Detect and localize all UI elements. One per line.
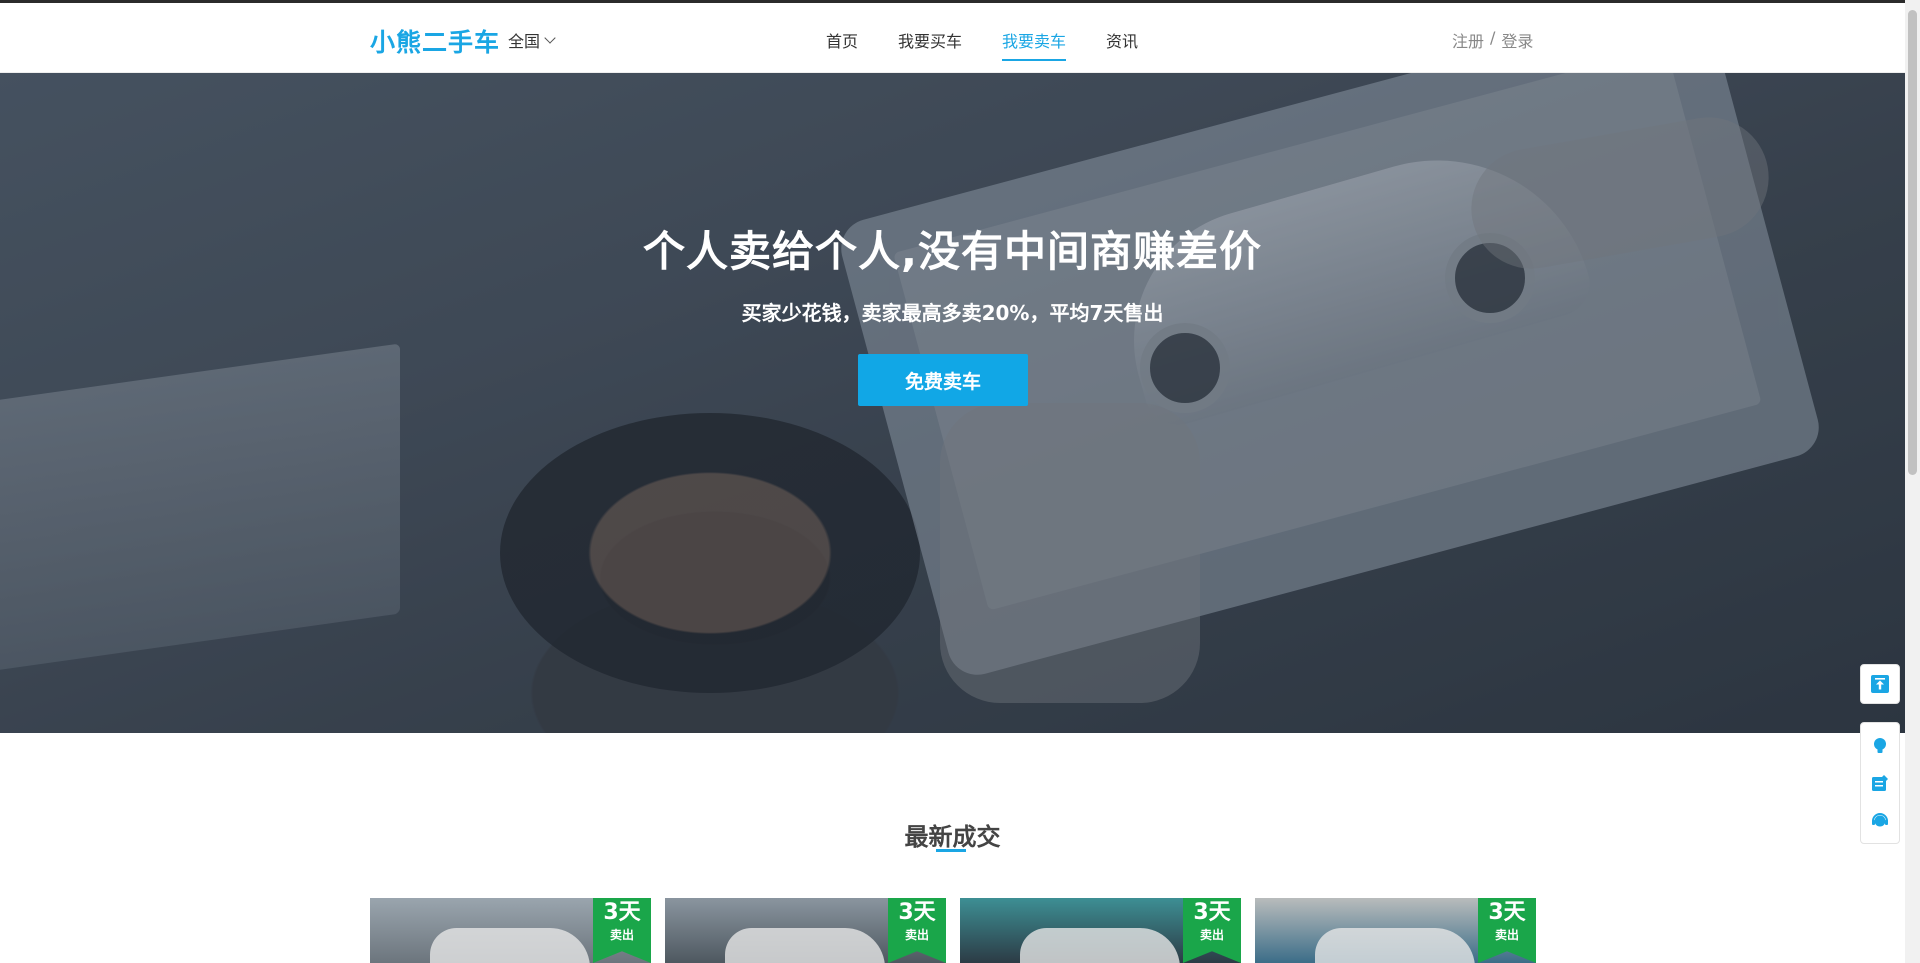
recent-deals-list: 3天 卖出 3天 卖出 3天 卖出 3天 卖出	[370, 898, 1536, 963]
city-selector[interactable]: 全国	[508, 28, 556, 52]
main-nav: 首页 我要买车 我要卖车 资讯	[826, 28, 1178, 61]
feedback-button[interactable]	[1870, 773, 1890, 793]
nav-news[interactable]: 资讯	[1106, 28, 1138, 52]
sold-label: 卖出	[1199, 928, 1224, 942]
lightbulb-icon	[1874, 737, 1886, 753]
sold-badge: 3天 卖出	[1183, 898, 1241, 963]
tips-button[interactable]	[1870, 736, 1890, 756]
sold-label: 卖出	[609, 928, 634, 942]
site-header: 小熊二手车 全国 首页 我要买车 我要卖车 资讯 注册 / 登录	[0, 3, 1905, 73]
hero-title: 个人卖给个人,没有中间商赚差价	[643, 227, 1262, 276]
side-tools	[1860, 722, 1900, 844]
register-link[interactable]: 注册	[1452, 28, 1484, 52]
sold-days: 3天	[898, 900, 936, 925]
customer-service-button[interactable]	[1870, 810, 1890, 830]
scrollbar-thumb[interactable]	[1908, 10, 1917, 475]
sold-badge: 3天 卖出	[888, 898, 946, 963]
sold-badge: 3天 卖出	[1478, 898, 1536, 963]
nav-buy-car[interactable]: 我要买车	[898, 28, 962, 52]
hero-banner: 个人卖给个人,没有中间商赚差价 买家少花钱，卖家最高多卖20%，平均7天售出 免…	[0, 73, 1905, 733]
car-photo	[1020, 928, 1180, 963]
free-sell-button[interactable]: 免费卖车	[858, 354, 1028, 406]
back-to-top-button[interactable]	[1860, 664, 1900, 704]
page-scrollbar[interactable]	[1905, 0, 1920, 963]
car-photo	[1315, 928, 1475, 963]
sold-label: 卖出	[1494, 928, 1519, 942]
sold-days: 3天	[1193, 900, 1231, 925]
login-link[interactable]: 登录	[1501, 28, 1533, 52]
section-title: 最新成交	[904, 823, 1001, 851]
sold-days: 3天	[603, 900, 641, 925]
nav-sell-car[interactable]: 我要卖车	[1002, 28, 1067, 61]
auth-links: 注册 / 登录	[1452, 28, 1533, 52]
deal-card[interactable]: 3天 卖出	[960, 898, 1241, 963]
hero-subtitle: 买家少花钱，卖家最高多卖20%，平均7天售出	[741, 301, 1164, 325]
sold-days: 3天	[1488, 900, 1526, 925]
deal-card[interactable]: 3天 卖出	[665, 898, 946, 963]
auth-separator: /	[1490, 28, 1496, 47]
car-photo	[725, 928, 885, 963]
deal-card[interactable]: 3天 卖出	[370, 898, 651, 963]
sold-badge: 3天 卖出	[593, 898, 651, 963]
nav-home[interactable]: 首页	[826, 28, 858, 52]
back-to-top-icon	[1871, 675, 1889, 693]
city-label: 全国	[508, 32, 541, 51]
site-logo[interactable]: 小熊二手车	[370, 23, 500, 59]
chevron-down-icon	[544, 31, 556, 44]
section-title-underline	[936, 849, 966, 852]
car-photo	[430, 928, 590, 963]
deal-card[interactable]: 3天 卖出	[1255, 898, 1536, 963]
customer-service-icon	[1872, 813, 1888, 827]
sold-label: 卖出	[904, 928, 929, 942]
edit-note-icon	[1872, 774, 1888, 791]
